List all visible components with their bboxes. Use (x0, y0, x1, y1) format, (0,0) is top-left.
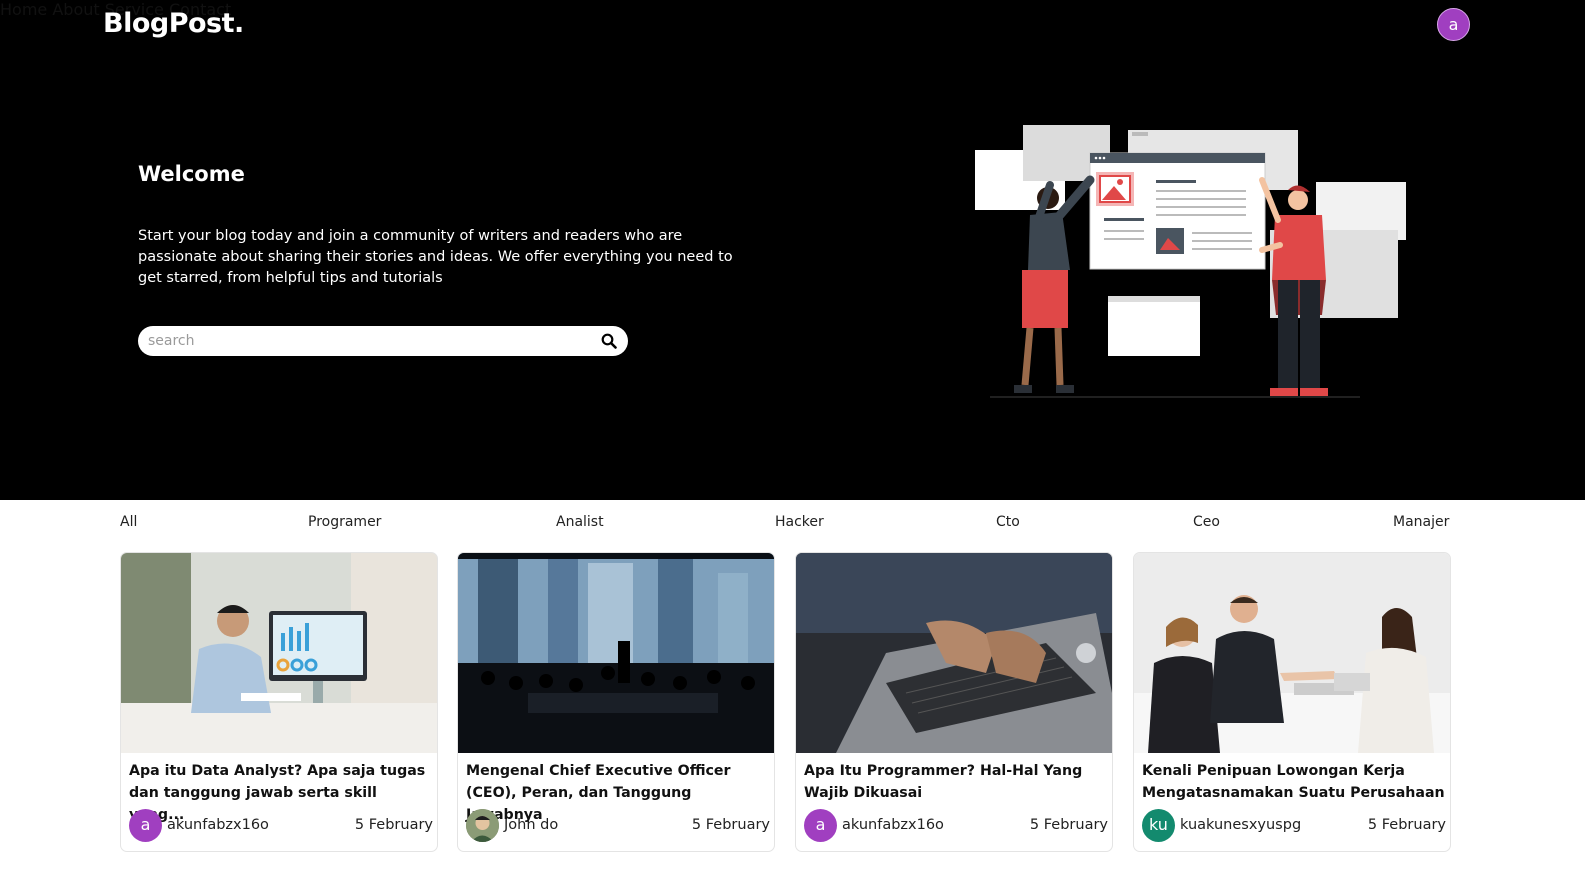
post-author[interactable]: akunfabzx16o (167, 817, 269, 833)
nav-home[interactable]: Home (0, 0, 47, 19)
search-bar (138, 326, 628, 356)
post-author[interactable]: kuakunesxyuspg (1180, 817, 1301, 833)
post-card[interactable]: Mengenal Chief Executive Officer (CEO), … (457, 552, 775, 852)
hero-intro: Start your blog today and join a communi… (138, 228, 733, 286)
brand-logo[interactable]: BlogPost. (103, 8, 244, 39)
post-meta: ku kuakunesxyuspg 5 February (1142, 809, 1446, 843)
post-date: 5 February (354, 817, 433, 833)
tab-all[interactable]: All (120, 514, 137, 530)
tab-analist[interactable]: Analist (556, 514, 604, 530)
author-avatar: a (804, 809, 837, 842)
post-author[interactable]: akunfabzx16o (842, 817, 944, 833)
tab-hacker[interactable]: Hacker (775, 514, 824, 530)
user-avatar[interactable]: a (1437, 8, 1470, 41)
post-date: 5 February (691, 817, 770, 833)
post-author[interactable]: John do (504, 817, 558, 833)
post-date: 5 February (1029, 817, 1108, 833)
tab-manajer[interactable]: Manajer (1393, 514, 1449, 530)
post-title[interactable]: Apa Itu Programmer? Hal-Hal Yang Wajib D… (804, 760, 1109, 804)
post-title[interactable]: Kenali Penipuan Lowongan Kerja Mengatasn… (1142, 760, 1447, 804)
author-avatar: a (129, 809, 162, 842)
author-avatar: ku (1142, 809, 1175, 842)
tab-ceo[interactable]: Ceo (1193, 514, 1220, 530)
post-thumbnail (458, 553, 774, 753)
post-meta: John do 5 February (466, 809, 770, 843)
post-meta: a akunfabzx16o 5 February (804, 809, 1108, 843)
hero-illustration (975, 125, 1406, 398)
post-date: 5 February (1367, 817, 1446, 833)
post-thumbnail (1134, 553, 1450, 753)
hero-heading: Welcome (138, 162, 245, 186)
author-avatar (466, 809, 499, 842)
nav-about[interactable]: About (52, 0, 99, 19)
search-input[interactable] (148, 330, 588, 352)
tab-cto[interactable]: Cto (996, 514, 1020, 530)
hero-section: BlogPost. Home About Service Contact a W… (0, 0, 1585, 500)
post-card[interactable]: Apa itu Data Analyst? Apa saja tugas dan… (120, 552, 438, 852)
search-icon[interactable] (601, 333, 617, 349)
post-thumbnail (796, 553, 1112, 753)
category-tabs: All Programer Analist Hacker Cto Ceo Man… (0, 514, 1585, 534)
post-meta: a akunfabzx16o 5 February (129, 809, 433, 843)
post-card[interactable]: Kenali Penipuan Lowongan Kerja Mengatasn… (1133, 552, 1451, 852)
post-thumbnail (121, 553, 437, 753)
post-card[interactable]: Apa Itu Programmer? Hal-Hal Yang Wajib D… (795, 552, 1113, 852)
author-photo-icon (466, 809, 499, 842)
tab-programer[interactable]: Programer (308, 514, 381, 530)
